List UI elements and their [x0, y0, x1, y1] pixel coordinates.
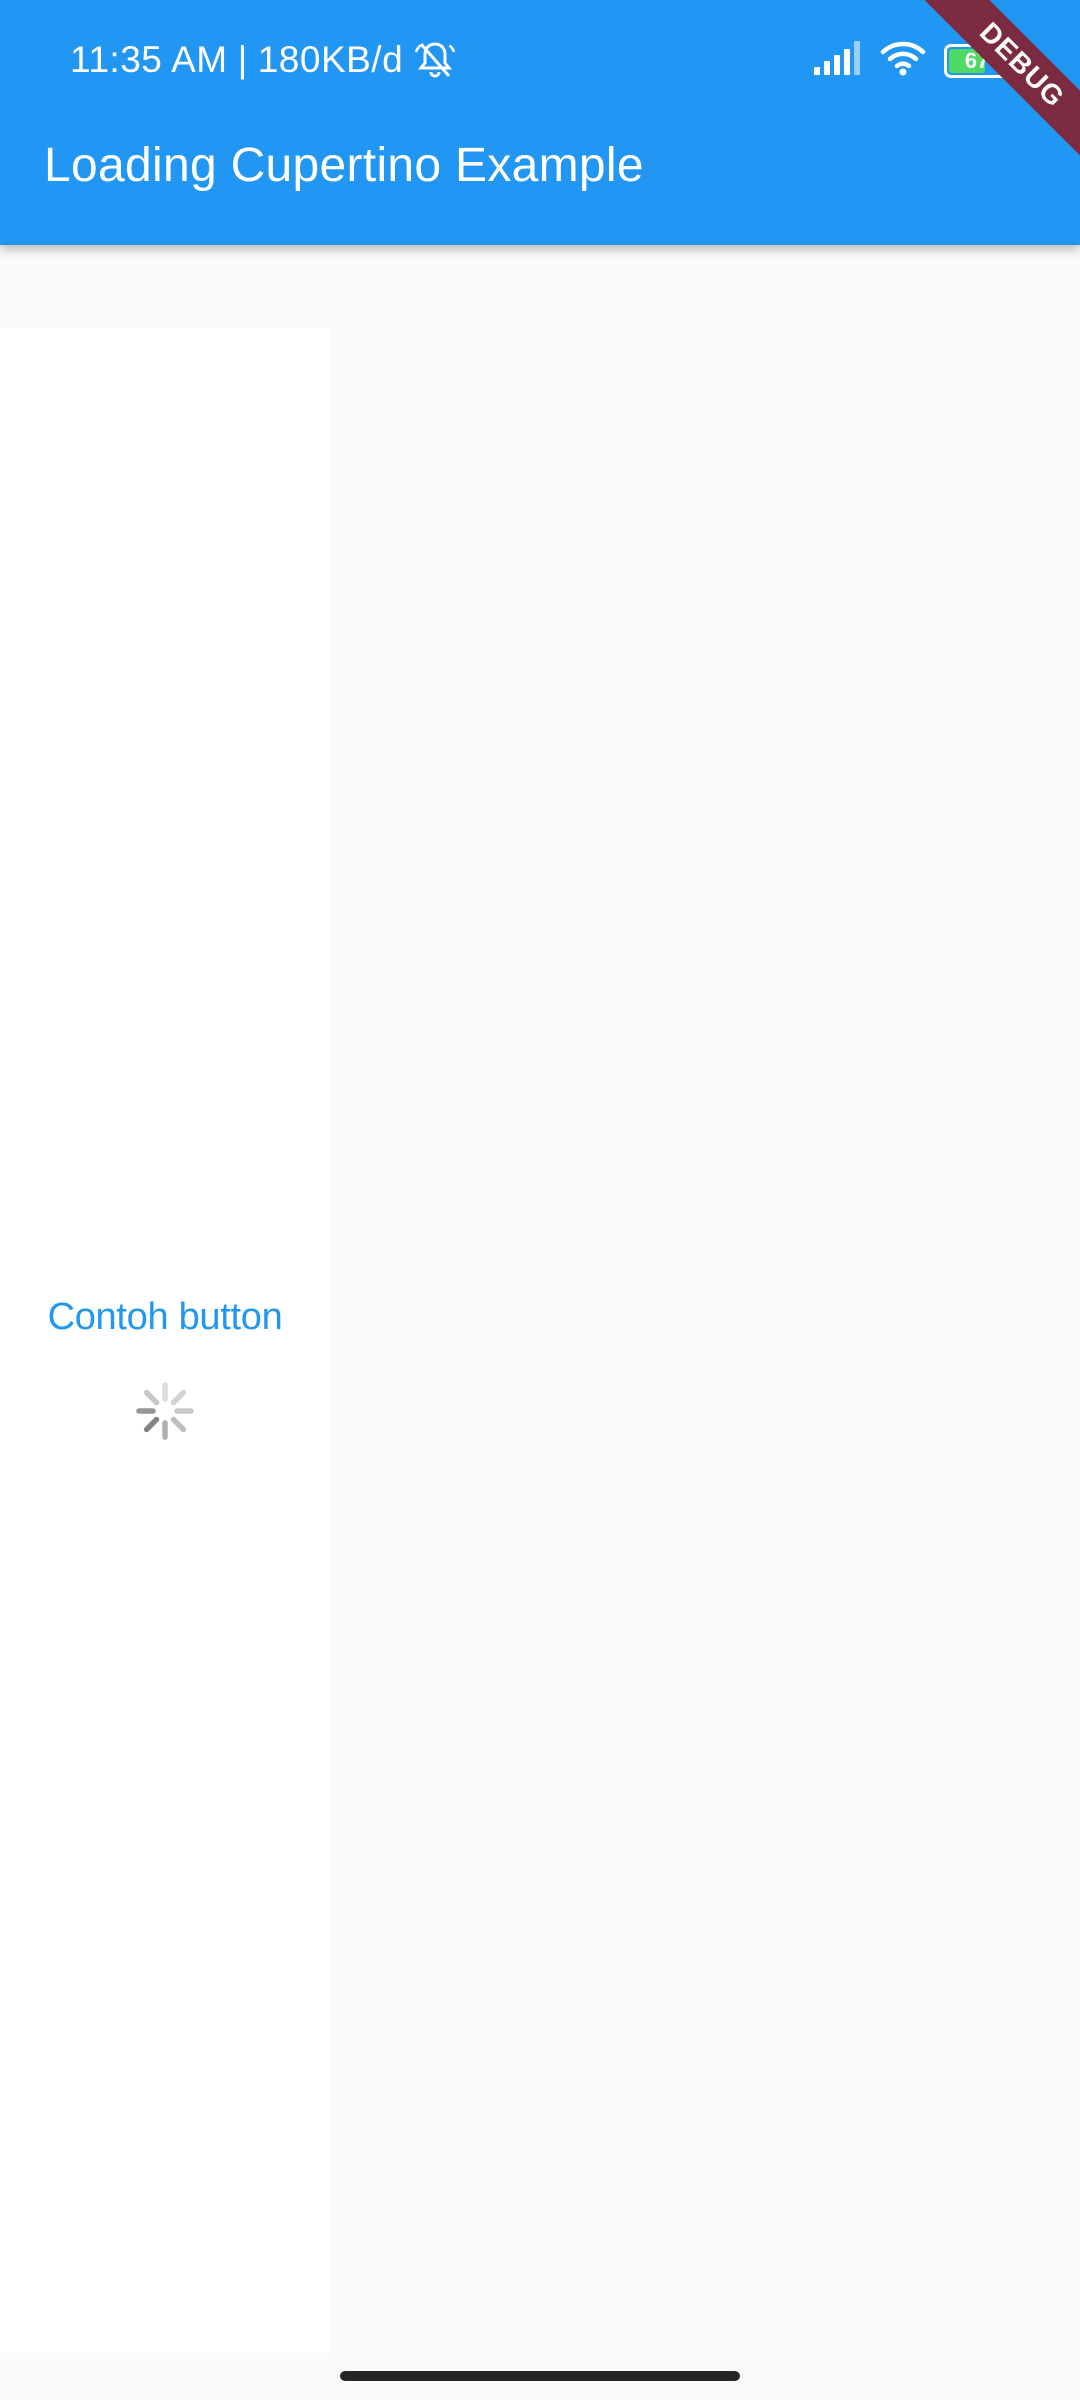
- status-bar: 11:35 AM | 180KB/d 67: [0, 0, 1080, 120]
- spinner-spoke: [143, 1416, 160, 1433]
- battery-tip: [1011, 55, 1016, 68]
- screen: 11:35 AM | 180KB/d 67 Loading Cupertino …: [0, 0, 1080, 2400]
- status-data-rate: 180KB/d: [257, 39, 404, 80]
- spinner-spoke: [170, 1389, 187, 1406]
- signal-icon: [814, 41, 862, 80]
- status-right: 67: [814, 40, 1016, 81]
- spinner-spoke: [143, 1389, 160, 1406]
- cupertino-activity-indicator-icon: [136, 1382, 194, 1440]
- app-bar: 11:35 AM | 180KB/d 67 Loading Cupertino …: [0, 0, 1080, 245]
- contoh-button[interactable]: Contoh button: [40, 1290, 291, 1345]
- spinner-spoke: [170, 1416, 187, 1433]
- status-time: 11:35 AM: [70, 39, 228, 80]
- wifi-icon: [880, 40, 926, 81]
- battery-level: 67: [964, 47, 990, 73]
- status-separator: |: [237, 39, 248, 80]
- bell-off-icon: [411, 36, 459, 84]
- battery-icon: 67: [944, 43, 1016, 78]
- content-column: Contoh button: [0, 1290, 330, 1441]
- status-left: 11:35 AM | 180KB/d: [70, 36, 459, 84]
- page-title: Loading Cupertino Example: [44, 139, 644, 192]
- home-indicator[interactable]: [340, 2371, 740, 2381]
